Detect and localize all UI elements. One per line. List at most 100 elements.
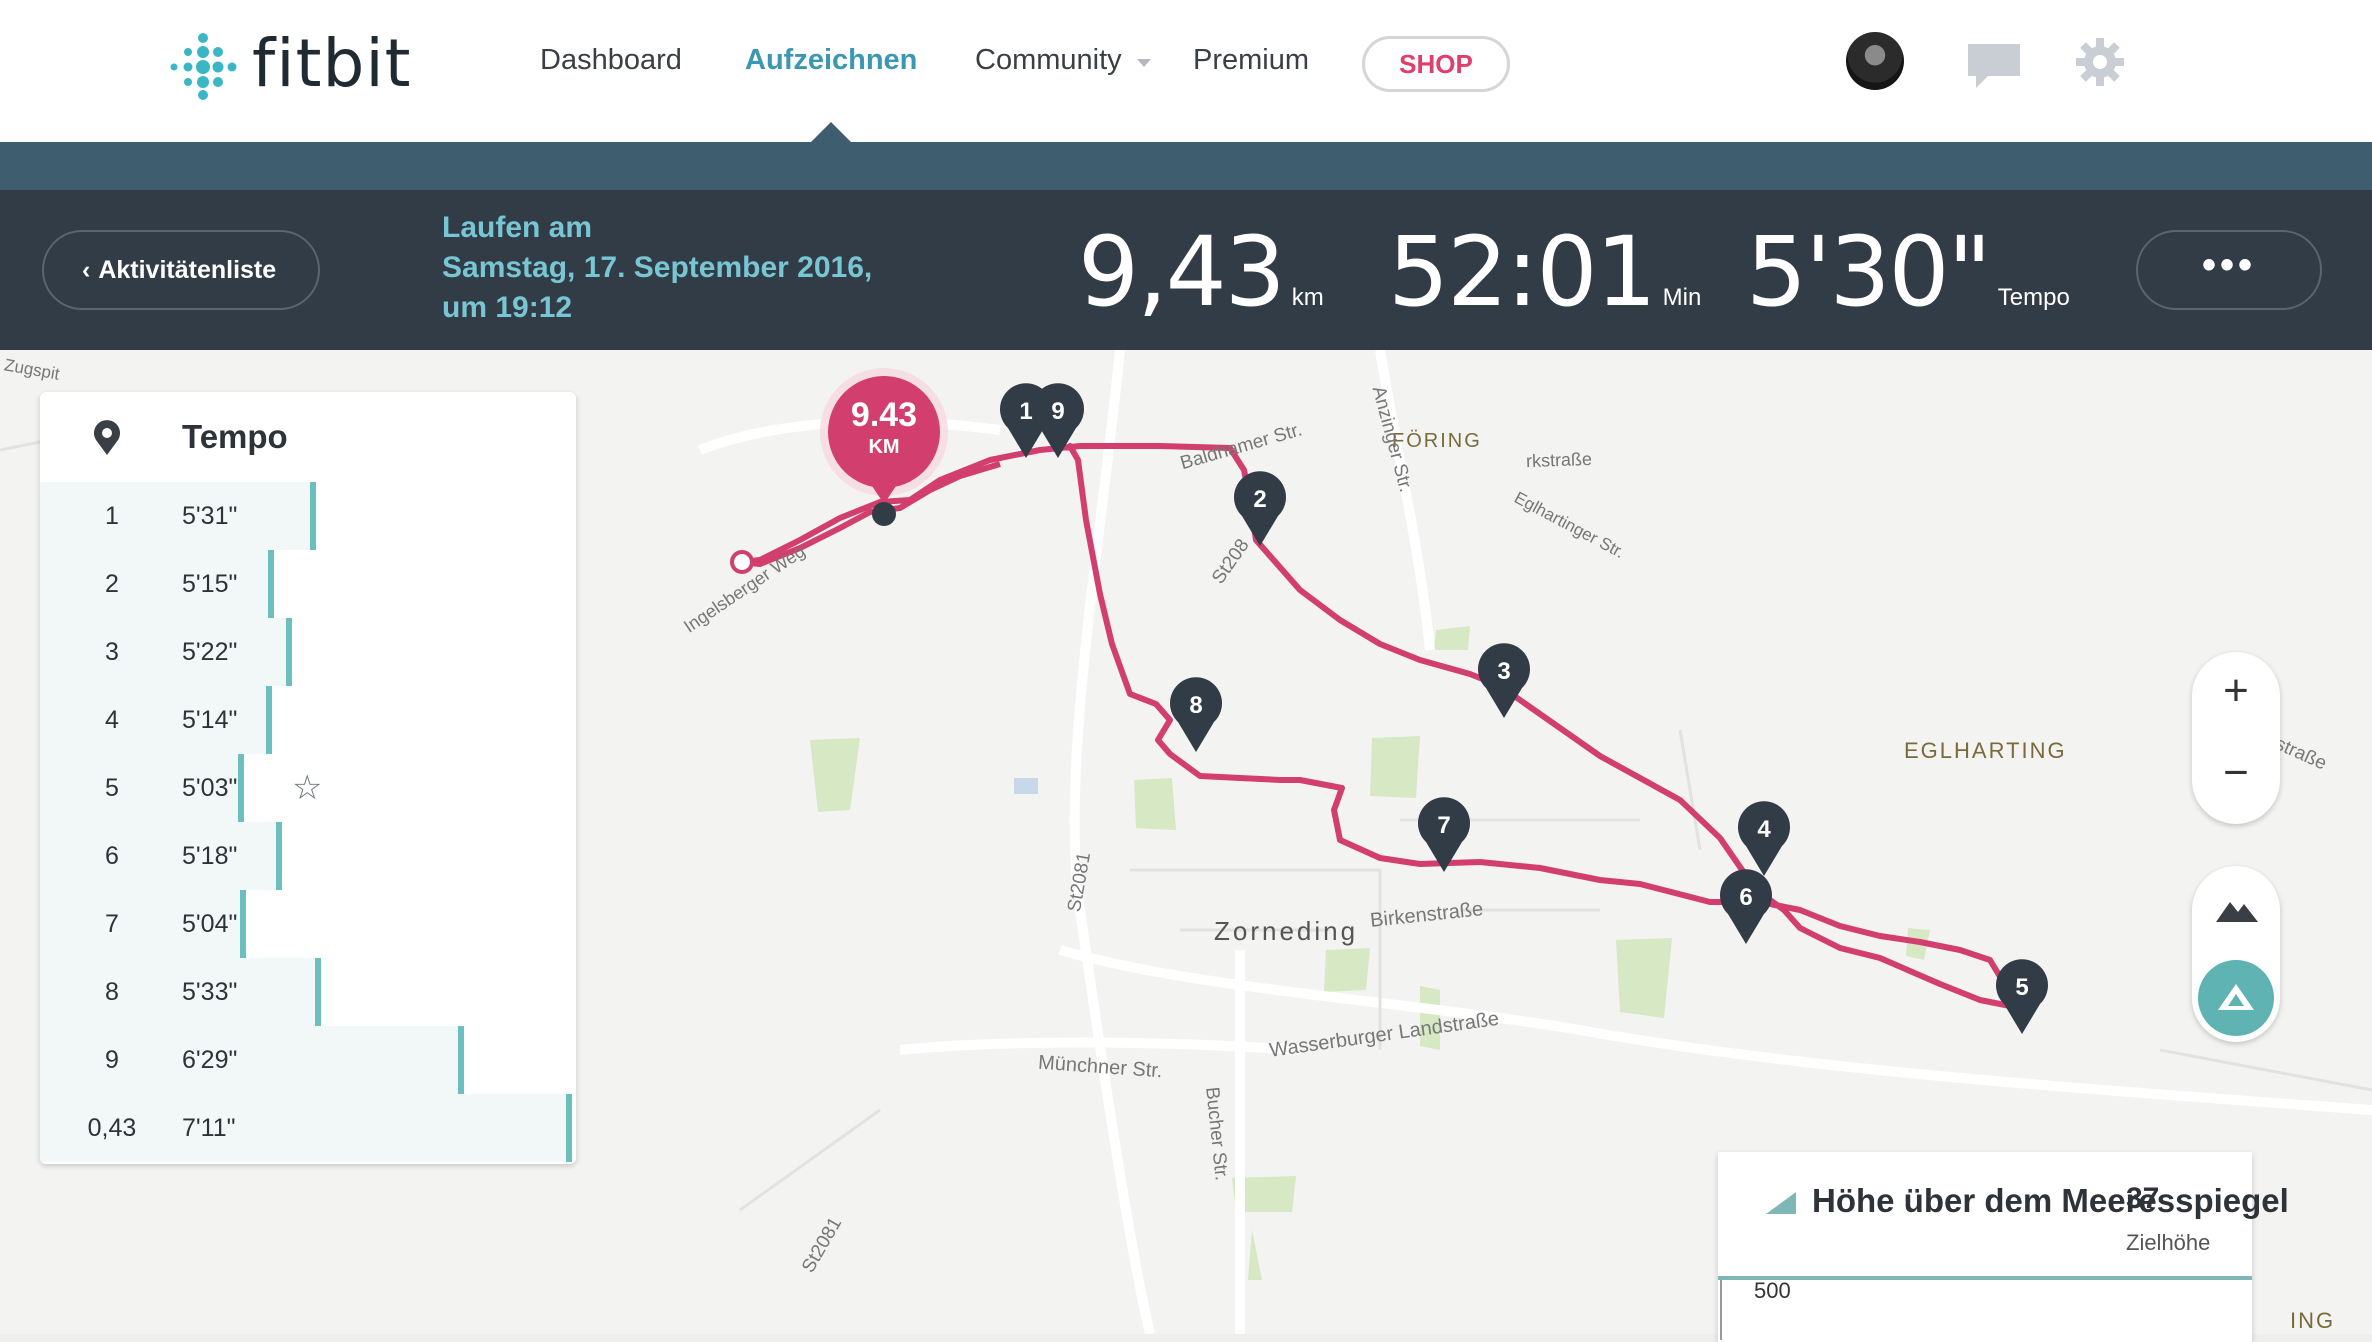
pace-row-value: 5'04" [182,910,238,938]
pace-row[interactable]: 3 5'22" [40,618,576,686]
nav-aufzeichnen[interactable]: Aufzeichnen [745,44,917,77]
elevation-view-icon[interactable] [2192,954,2280,1042]
km-marker-6[interactable]: 6 [1718,868,1774,946]
km-marker-5[interactable]: 5 [1994,958,2050,1036]
pace-row-km: 1 [105,502,119,530]
pace-row-value: 5'33" [182,978,238,1006]
gear-icon[interactable] [2074,36,2126,88]
elevation-panel: Höhe über dem Meeresspiegel 37 Zielhöhe … [1718,1152,2289,1342]
km-marker-label: 4 [1757,816,1771,843]
back-to-activity-list-button[interactable]: ‹ Aktivitätenliste [42,230,320,310]
route-start-point [730,550,754,574]
elevation-title: Höhe über dem Meeresspiegel [1812,1182,2289,1219]
top-navigation: fitbit Dashboard Aufzeichnen Community P… [0,0,2372,142]
km-marker-label: 2 [1253,486,1267,513]
pace-row[interactable]: 6 5'18" [40,822,576,890]
km-marker-3[interactable]: 3 [1476,642,1532,720]
zoom-in-button[interactable]: + [2192,666,2280,716]
duration-unit: Min [1662,284,1702,311]
elevation-axis [1720,1280,1722,1340]
zoom-controls: + − [2192,652,2280,824]
km-marker-7[interactable]: 7 [1416,796,1472,874]
pace-row-value: 5'31" [182,502,238,530]
active-nav-indicator [811,122,851,142]
pace-row-value: 6'29" [182,1046,238,1074]
km-marker-4[interactable]: 4 [1736,800,1792,878]
nav-premium[interactable]: Premium [1193,44,1309,77]
km-marker-label: 7 [1437,812,1451,839]
pace-row-km: 5 [105,774,119,802]
map-label-ing: ING [2290,1308,2336,1333]
elevation-sub-label: Zielhöhe [2126,1230,2211,1255]
pace-panel-title: Tempo [182,418,288,455]
pace-row-value: 5'03" [182,774,238,802]
pace-bar [237,754,244,822]
pace-row-km: 9 [105,1046,119,1074]
map-type-controls [2192,866,2280,1042]
km-marker-8[interactable]: 8 [1168,676,1224,754]
end-marker-distance: 9.43 [850,396,918,434]
pace-row-value: 7'11" [182,1114,236,1142]
distance-unit: km [1291,284,1324,311]
pace-row-value: 5'22" [182,638,238,666]
pace-row[interactable]: 0,43 7'11" [40,1094,576,1162]
nav-community-label: Community [975,44,1122,76]
nav-dashboard[interactable]: Dashboard [540,44,682,77]
pace-row[interactable]: 1 5'31" [40,482,576,550]
distance-value: 9,43 [1078,216,1286,328]
pace-bar [458,1026,465,1094]
activity-header: ‹ Aktivitätenliste Laufen am Samstag, 17.… [0,190,2372,350]
terrain-view-icon[interactable] [2192,866,2280,954]
pace-row[interactable]: 5 5'03" ☆ [40,754,576,822]
shop-button[interactable]: SHOP [1362,36,1510,92]
user-avatar[interactable] [1846,32,1904,90]
best-pace-star-icon: ☆ [292,769,323,807]
km-marker-2[interactable]: 2 [1232,470,1288,548]
elevation-profile-line [1718,1276,2252,1280]
elevation-axis-tick: 500 [1754,1278,1791,1303]
activity-title-line1: Laufen am [442,211,593,244]
route-end-marker[interactable]: 9.43 KM [818,368,950,532]
duration-value: 52:01 [1388,216,1657,328]
km-marker-label: 6 [1739,884,1753,911]
pace-panel-header: Tempo [40,392,576,482]
zoom-out-button[interactable]: − [2192,748,2280,798]
sub-navigation-bar [0,142,2372,190]
pace-bar [240,890,247,958]
map-label-zorneding: Zorneding [1214,916,1359,946]
pace-bar [286,618,293,686]
map-label-parkstrasse: rkstraße [1525,448,1593,472]
pace-row[interactable]: 8 5'33" [40,958,576,1026]
km-marker-9[interactable]: 9 [1030,382,1086,460]
pace-bar [314,958,321,1026]
messages-icon[interactable] [1966,42,2022,90]
pace-value: 5'30" [1746,216,1992,328]
pace-bar [276,822,283,890]
more-options-button[interactable]: ••• [2136,230,2322,310]
pace-bar [309,482,316,550]
km-marker-label: 8 [1189,692,1203,719]
pace-row[interactable]: 4 5'14" [40,686,576,754]
pace-row[interactable]: 2 5'15" [40,550,576,618]
activity-title: Laufen am Samstag, 17. September 2016, u… [442,208,872,328]
pace-row-km: 4 [105,706,119,734]
pace-row-value: 5'15" [182,570,238,598]
caret-down-icon [1136,59,1151,67]
pace-bar [566,1094,572,1162]
chevron-left-icon: ‹ [82,256,91,284]
nav-community[interactable]: Community [975,44,1152,77]
back-button-label: Aktivitätenliste [98,256,277,284]
km-marker-label: 9 [1051,398,1065,425]
activity-title-line3: um 19:12 [442,291,573,324]
pace-row[interactable]: 9 6'29" [40,1026,576,1094]
distance-stat: 9,43 km [1078,216,1324,328]
activity-title-line2: Samstag, 17. September 2016, [442,251,873,284]
pace-row[interactable]: 7 5'04" [40,890,576,958]
pace-panel: Tempo 1 5'31" 2 5'15" 3 5'22" 4 5'14" 5 5'03" ☆ 6 5'… [40,392,576,1164]
map-label-eglharting: EGLHARTING [1904,738,2067,763]
duration-stat: 52:01 Min [1388,216,1701,328]
pace-unit: Tempo [1997,284,2070,311]
pace-bar [265,686,272,754]
pace-row-km: 0,43 [87,1114,137,1142]
end-marker-unit: KM [868,436,900,458]
